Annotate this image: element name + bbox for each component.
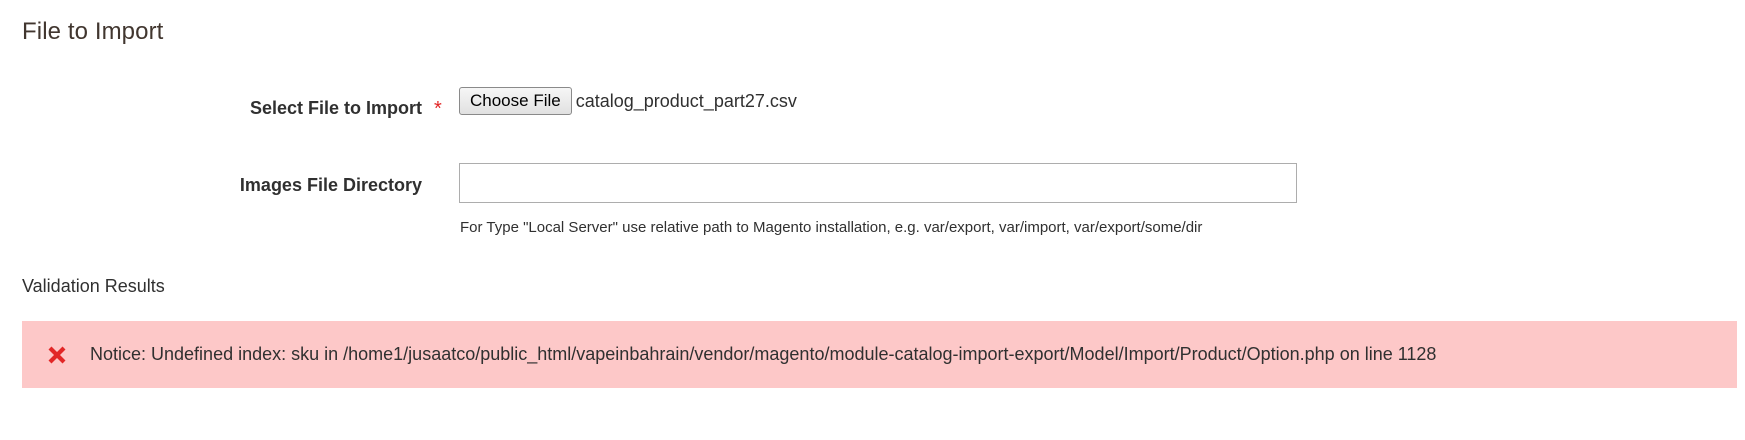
select-file-label: Select File to Import [249, 98, 422, 118]
error-message-text: Notice: Undefined index: sku in /home1/j… [90, 344, 1437, 364]
import-page: File to Import Select File to Import * C… [0, 0, 1745, 440]
images-directory-input[interactable] [459, 163, 1297, 203]
images-directory-note: For Type "Local Server" use relative pat… [460, 219, 1203, 236]
selected-file-name: catalog_product_part27.csv [575, 90, 797, 111]
section-title: File to Import [22, 18, 164, 45]
close-icon [44, 342, 70, 368]
error-message: Notice: Undefined index: sku in /home1/j… [22, 321, 1737, 388]
choose-file-button[interactable]: Choose File [459, 87, 572, 115]
file-upload-control[interactable]: Choose File catalog_product_part27.csv [459, 87, 797, 115]
images-directory-label: Images File Directory [239, 175, 422, 195]
validation-results-title: Validation Results [22, 276, 165, 296]
required-marker: * [434, 98, 442, 120]
